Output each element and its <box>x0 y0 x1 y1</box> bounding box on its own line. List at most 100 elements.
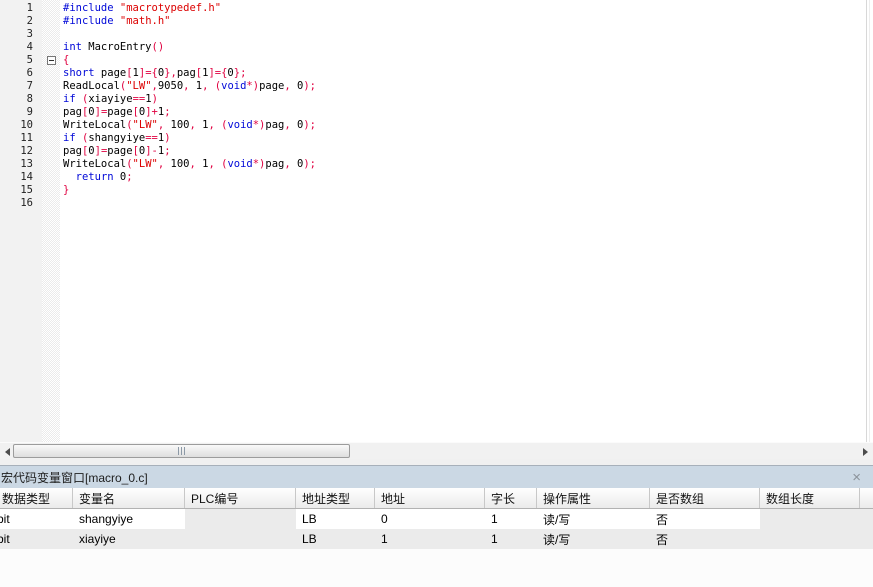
panel-titlebar[interactable]: 宏代码变量窗口[macro_0.c] × <box>0 466 873 488</box>
cell-value: 1 <box>491 532 498 546</box>
code-token: *) <box>253 158 266 170</box>
code-token: void <box>227 158 252 170</box>
column-header[interactable]: 是否数组 <box>650 488 760 508</box>
column-header[interactable]: 数组长度 <box>760 488 860 508</box>
table-cell[interactable]: LB <box>296 529 375 549</box>
table-cell[interactable]: 否 <box>650 509 760 529</box>
column-header[interactable]: 地址 <box>375 488 485 508</box>
line-number: 1 <box>0 2 33 15</box>
code-line: if (shangyiye==1) <box>63 132 863 145</box>
table-cell[interactable] <box>185 509 296 529</box>
code-token: page <box>107 106 132 118</box>
code-token: return <box>76 171 114 183</box>
table-cell[interactable]: 否 <box>650 529 760 549</box>
code-token: ]= <box>95 106 108 118</box>
code-token: *) <box>253 119 266 131</box>
code-token: ]+ <box>145 106 158 118</box>
code-line: return 0; <box>63 171 863 184</box>
column-header[interactable]: 字长 <box>485 488 537 508</box>
code-token: if <box>63 93 76 105</box>
column-header[interactable]: 变量名 <box>73 488 185 508</box>
arrow-right-icon <box>863 448 868 456</box>
code-token: xiayiye <box>88 93 132 105</box>
code-token: ]={ <box>208 67 227 79</box>
code-token: int <box>63 41 82 53</box>
fold-collapse-icon[interactable] <box>47 56 56 65</box>
code-text-area[interactable]: #include "macrotypedef.h"#include "math.… <box>63 2 863 210</box>
table-cell[interactable]: xiayiye <box>73 529 185 549</box>
column-header-label: 是否数组 <box>656 490 704 507</box>
line-number: 3 <box>0 28 33 41</box>
table-row[interactable]: bitxiayiyeLB11读/写否 <box>0 528 873 549</box>
column-header-label: 操作属性 <box>543 490 591 507</box>
code-token: ) <box>164 132 170 144</box>
table-cell[interactable] <box>860 509 873 529</box>
code-line: } <box>63 184 863 197</box>
code-token: } <box>63 184 69 196</box>
table-row[interactable]: bit shangyiye LB 01 读/写否 <box>0 509 873 529</box>
code-token: if <box>63 132 76 144</box>
cell-value: xiayiye <box>79 532 116 546</box>
cell-value: 1 <box>491 512 498 526</box>
table-cell[interactable] <box>760 509 860 529</box>
panel-title: 宏代码变量窗口[macro_0.c] <box>1 469 148 486</box>
table-cell[interactable]: LB <box>296 509 375 529</box>
code-token: "LW" <box>126 80 151 92</box>
code-token: pag <box>177 67 196 79</box>
cell-value: bit <box>0 512 10 526</box>
table-cell[interactable] <box>760 529 860 549</box>
table-cell[interactable] <box>860 529 873 549</box>
code-token: 1 <box>196 119 209 131</box>
table-cell[interactable]: 0 <box>375 509 485 529</box>
cell-value: LB <box>302 512 317 526</box>
scrollbar-thumb[interactable] <box>13 444 350 458</box>
table-cell[interactable]: 1 <box>485 509 537 529</box>
code-token: WriteLocal <box>63 119 126 131</box>
code-token: 0 <box>291 158 304 170</box>
code-token: pag <box>63 145 82 157</box>
code-token: == <box>133 93 146 105</box>
code-token: ; <box>164 106 170 118</box>
horizontal-scrollbar[interactable] <box>0 442 873 459</box>
fold-margin <box>42 0 60 442</box>
code-editor[interactable]: 12345678910111213141516 #include "macrot… <box>0 0 873 442</box>
table-cell[interactable]: 读/写 <box>537 529 650 549</box>
code-token: ReadLocal <box>63 80 120 92</box>
line-number: 12 <box>0 145 33 158</box>
code-token: void <box>221 80 246 92</box>
table-body: bitshangyiyeLB01读/写否bitxiayiyeLB11读/写否 <box>0 509 873 549</box>
line-number: 8 <box>0 93 33 106</box>
column-header[interactable]: 数据类型 <box>0 488 73 508</box>
column-header[interactable]: PLC编号 <box>185 488 296 508</box>
cell-value: 否 <box>656 511 668 528</box>
code-token: void <box>227 119 252 131</box>
table-cell[interactable]: 1 <box>375 529 485 549</box>
code-token: 100 <box>164 119 189 131</box>
table-cell[interactable]: bit <box>0 509 73 529</box>
table-cell[interactable]: shangyiye <box>73 509 185 529</box>
scroll-right-button[interactable] <box>858 443 873 460</box>
table-cell[interactable]: bit <box>0 529 73 549</box>
cell-value: 否 <box>656 531 668 548</box>
close-icon[interactable]: × <box>848 470 865 485</box>
code-line: int MacroEntry() <box>63 41 863 54</box>
table-cell[interactable]: 读/写 <box>537 509 650 529</box>
table-cell[interactable]: 1 <box>485 529 537 549</box>
table-cell[interactable] <box>185 529 296 549</box>
code-token: () <box>152 41 165 53</box>
code-token: "LW" <box>133 158 158 170</box>
column-header[interactable] <box>860 488 873 508</box>
arrow-left-icon <box>5 448 10 456</box>
code-line <box>63 28 863 41</box>
column-header[interactable]: 地址类型 <box>296 488 375 508</box>
code-token: MacroEntry <box>82 41 152 53</box>
code-token: ); <box>303 158 316 170</box>
column-header-label: PLC编号 <box>191 490 238 507</box>
code-token: ); <box>303 80 316 92</box>
line-number: 9 <box>0 106 33 119</box>
editor-right-border <box>866 0 867 442</box>
column-header[interactable]: 操作属性 <box>537 488 650 508</box>
code-token: pag <box>265 158 284 170</box>
code-line: pag[0]=page[0]+1; <box>63 106 863 119</box>
code-token: "macrotypedef.h" <box>120 2 221 14</box>
